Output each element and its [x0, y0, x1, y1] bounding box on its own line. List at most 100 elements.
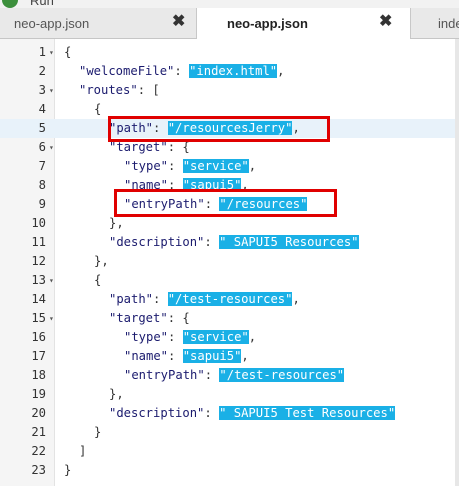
code-text: "entryPath": "/test-resources" [124, 366, 345, 385]
code-line[interactable]: 12}, [0, 252, 455, 271]
tab-index[interactable]: inde [410, 8, 459, 38]
line-number: 5 [38, 121, 46, 135]
fold-arrow-icon[interactable]: ▾ [49, 271, 54, 290]
json-key: "welcomeFile" [79, 64, 175, 78]
run-label[interactable]: Run [30, 0, 54, 8]
code-line[interactable]: 2 "welcomeFile": "index.html", [0, 62, 455, 81]
code-text: "welcomeFile": "index.html", [79, 62, 284, 81]
line-number: 9 [38, 197, 46, 211]
code-line[interactable]: 21} [0, 423, 455, 442]
code-text: } [64, 461, 71, 480]
tab-neo-app-json-active[interactable]: neo-app.json ✖ [197, 8, 410, 39]
code-line[interactable]: 15 ▾ "target": { [0, 309, 455, 328]
line-number: 17 [31, 349, 46, 363]
line-number: 23 [31, 463, 46, 477]
run-icon[interactable] [2, 0, 18, 8]
json-string-value: "/test-resources" [167, 292, 293, 306]
fold-arrow-icon[interactable]: ▾ [49, 43, 54, 62]
punctuation: : [168, 349, 183, 363]
json-string-value: " SAPUI5 Test Resources" [219, 406, 396, 420]
code-text: }, [94, 252, 109, 271]
tab-label: neo-app.json [14, 15, 90, 31]
punctuation: : [204, 368, 220, 382]
line-number: 20 [31, 406, 46, 420]
json-key: "entryPath" [124, 368, 205, 382]
line-number: 4 [38, 102, 46, 116]
close-icon[interactable]: ✖ [172, 14, 185, 30]
json-string-value: "service" [182, 159, 249, 173]
code-text: "type": "service", [124, 157, 256, 176]
code-text: "name": "sapui5", [124, 347, 249, 366]
line-number: 21 [31, 425, 46, 439]
code-text: { [64, 43, 71, 62]
json-key: "routes" [79, 83, 138, 97]
code-text: { [94, 100, 101, 119]
fold-arrow-icon[interactable]: ▾ [49, 81, 54, 100]
line-number: 13 [31, 273, 46, 287]
code-line[interactable]: 17 "name": "sapui5", [0, 347, 455, 366]
punctuation: : { [167, 140, 190, 154]
punctuation: , [277, 64, 285, 78]
punctuation: : [ [137, 83, 160, 97]
code-text: } [94, 423, 101, 442]
fold-arrow-icon[interactable]: ▾ [49, 138, 54, 157]
json-string-value: "/test-resources" [219, 368, 345, 382]
punctuation: , [292, 292, 300, 306]
json-string-value: "index.html" [189, 64, 278, 78]
line-number: 15 [31, 311, 46, 325]
json-key: "target" [109, 140, 168, 154]
punctuation: , [241, 349, 249, 363]
code-line[interactable]: 22] [0, 442, 455, 461]
punctuation: } [94, 425, 102, 439]
json-key: "type" [124, 159, 169, 173]
json-string-value: "service" [182, 330, 249, 344]
scrollbar[interactable] [455, 39, 459, 486]
code-text: "type": "service", [124, 328, 256, 347]
code-line[interactable]: 13 ▾ { [0, 271, 455, 290]
code-line[interactable]: 16 "type": "service", [0, 328, 455, 347]
punctuation: } [64, 463, 72, 477]
line-number: 1 [38, 45, 46, 59]
punctuation: : [174, 64, 190, 78]
punctuation: , [248, 159, 257, 173]
punctuation: : [168, 330, 183, 344]
punctuation: : [153, 292, 168, 306]
annotation-box-path [108, 116, 330, 142]
code-line[interactable]: 20 "description": " SAPUI5 Test Resources… [0, 404, 455, 423]
json-string-value: " SAPUI5 Resources" [219, 235, 359, 249]
toolbar: Run [0, 0, 459, 8]
code-line[interactable]: 11 "description": " SAPUI5 Resources" [0, 233, 455, 252]
code-line[interactable]: 7 "type": "service", [0, 157, 455, 176]
line-number: 12 [31, 254, 46, 268]
close-icon[interactable]: ✖ [379, 14, 392, 30]
code-text: "target": { [109, 309, 190, 328]
code-text: "routes": [ [79, 81, 160, 100]
code-text: "description": " SAPUI5 Test Resources" [109, 404, 396, 423]
line-number: 8 [38, 178, 46, 192]
json-key: "description" [109, 406, 205, 420]
code-line[interactable]: 14 "path": "/test-resources", [0, 290, 455, 309]
punctuation: : [204, 235, 220, 249]
line-number: 22 [31, 444, 46, 458]
tab-bar: neo-app.json ✖ neo-app.json ✖ inde [0, 8, 459, 39]
line-number: 18 [31, 368, 46, 382]
tab-label: inde [438, 15, 459, 31]
code-line[interactable]: 19}, [0, 385, 455, 404]
line-number: 11 [31, 235, 46, 249]
code-line[interactable]: 3 ▾ "routes": [ [0, 81, 455, 100]
code-line[interactable]: 18 "entryPath": "/test-resources" [0, 366, 455, 385]
code-text: { [94, 271, 101, 290]
punctuation: }, [109, 387, 124, 401]
code-text: ] [79, 442, 86, 461]
code-line[interactable]: 1 ▾ { [0, 43, 455, 62]
tab-neo-app-json-1[interactable]: neo-app.json ✖ [0, 8, 197, 38]
json-key: "description" [109, 235, 205, 249]
line-number: 3 [38, 83, 46, 97]
json-key: "target" [109, 311, 168, 325]
code-editor[interactable]: 1 ▾{2 "welcomeFile": "index.html", 3 ▾ "route… [0, 39, 459, 486]
fold-arrow-icon[interactable]: ▾ [49, 309, 54, 328]
code-line[interactable]: 23} [0, 461, 455, 480]
json-string-value: "sapui5" [182, 349, 242, 363]
punctuation: { [94, 102, 102, 116]
punctuation: : [168, 159, 183, 173]
